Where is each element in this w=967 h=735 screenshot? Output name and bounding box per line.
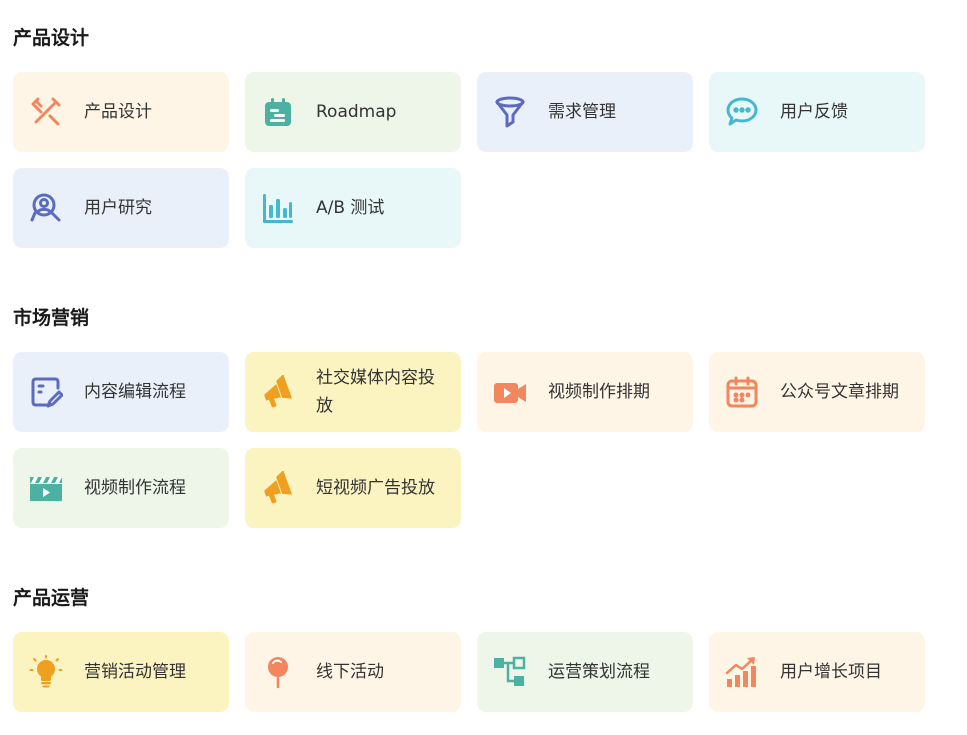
location-pin-icon: [261, 655, 295, 689]
growth-chart-icon: [725, 655, 759, 689]
template-card-video-schedule[interactable]: 视频制作排期: [477, 352, 693, 432]
template-card-content-editing[interactable]: 内容编辑流程: [13, 352, 229, 432]
template-card-video-workflow[interactable]: 视频制作流程: [13, 448, 229, 528]
funnel-icon: [493, 95, 527, 129]
template-card-user-growth[interactable]: 用户增长项目: [709, 632, 925, 712]
clapperboard-icon: [29, 471, 63, 505]
card-grid: 营销活动管理 线下活动 运营策划流程 用户增长项目: [13, 632, 925, 712]
card-label: 短视频广告投放: [316, 478, 435, 498]
template-card-short-video-ads[interactable]: 短视频广告投放: [245, 448, 461, 528]
template-card-user-feedback[interactable]: 用户反馈: [709, 72, 925, 152]
template-gallery: 产品设计 产品设计 Roadmap 需求管理 用户反馈 用户研究 A/B 测试 …: [0, 0, 967, 735]
template-card-user-research[interactable]: 用户研究: [13, 168, 229, 248]
card-label: 内容编辑流程: [84, 382, 186, 402]
user-search-icon: [29, 191, 63, 225]
bar-chart-icon: [261, 191, 295, 225]
card-grid: 内容编辑流程 社交媒体内容投放 视频制作排期 公众号文章排期 视频制作流程 短视…: [13, 352, 925, 528]
card-label: A/B 测试: [316, 198, 385, 218]
card-label: Roadmap: [316, 102, 397, 122]
card-label: 线下活动: [316, 662, 384, 682]
card-label: 视频制作流程: [84, 478, 186, 498]
card-label: 用户增长项目: [780, 662, 882, 682]
template-card-article-schedule[interactable]: 公众号文章排期: [709, 352, 925, 432]
chat-bubble-icon: [725, 95, 759, 129]
design-tools-icon: [29, 95, 63, 129]
megaphone-icon: [261, 471, 295, 505]
card-label: 用户反馈: [780, 102, 848, 122]
section-marketing: 市场营销 内容编辑流程 社交媒体内容投放 视频制作排期 公众号文章排期 视频制作…: [13, 305, 925, 528]
card-label: 社交媒体内容投放: [316, 368, 435, 416]
template-card-campaign-management[interactable]: 营销活动管理: [13, 632, 229, 712]
calendar-icon: [725, 375, 759, 409]
card-label: 公众号文章排期: [780, 382, 899, 402]
card-label: 产品设计: [84, 102, 152, 122]
card-grid: 产品设计 Roadmap 需求管理 用户反馈 用户研究 A/B 测试: [13, 72, 925, 248]
template-card-ops-planning[interactable]: 运营策划流程: [477, 632, 693, 712]
card-label: 需求管理: [548, 102, 616, 122]
card-label: 用户研究: [84, 198, 152, 218]
card-label: 营销活动管理: [84, 662, 186, 682]
section-title: 产品设计: [13, 27, 90, 49]
template-card-offline-events[interactable]: 线下活动: [245, 632, 461, 712]
template-card-social-media[interactable]: 社交媒体内容投放: [245, 352, 461, 432]
template-card-roadmap[interactable]: Roadmap: [245, 72, 461, 152]
flowchart-icon: [493, 655, 527, 689]
lightbulb-icon: [29, 655, 63, 689]
section-title: 市场营销: [13, 307, 90, 329]
section-product-design: 产品设计 产品设计 Roadmap 需求管理 用户反馈 用户研究 A/B 测试: [13, 25, 925, 248]
megaphone-icon: [261, 375, 295, 409]
template-card-requirements[interactable]: 需求管理: [477, 72, 693, 152]
section-product-operations: 产品运营 营销活动管理 线下活动 运营策划流程 用户增长项目: [13, 585, 925, 712]
roadmap-icon: [261, 95, 295, 129]
template-card-ab-test[interactable]: A/B 测试: [245, 168, 461, 248]
video-camera-icon: [493, 375, 527, 409]
template-card-product-design[interactable]: 产品设计: [13, 72, 229, 152]
section-title: 产品运营: [13, 587, 90, 609]
card-label: 视频制作排期: [548, 382, 650, 402]
card-label: 运营策划流程: [548, 662, 650, 682]
edit-document-icon: [29, 375, 63, 409]
